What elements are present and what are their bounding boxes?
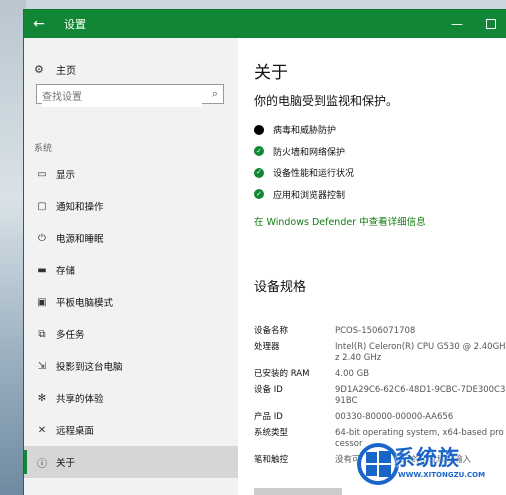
spec-key: 产品 ID xyxy=(254,412,283,422)
sidebar-item-label: 投影到这台电脑 xyxy=(56,362,123,373)
monitor-icon: ▭ xyxy=(37,168,47,180)
defender-details-link[interactable]: 在 Windows Defender 中查看详细信息 xyxy=(254,214,426,228)
spec-row-product-id: 产品 ID 00330-80000-00000-AA656 xyxy=(254,412,506,423)
sidebar-item-multitasking[interactable]: ⧉ 多任务 xyxy=(24,318,238,350)
watermark-url: WWW.XITONGZU.COM xyxy=(398,471,486,479)
notification-icon: ▢ xyxy=(37,200,47,212)
spec-value: PCOS-1506071708 xyxy=(335,326,416,336)
maximize-button[interactable] xyxy=(476,10,506,38)
spec-key: 处理器 xyxy=(254,342,280,352)
spec-key: 笔和触控 xyxy=(254,455,289,465)
spec-key: 设备名称 xyxy=(254,326,289,336)
project-icon: ⇲ xyxy=(37,360,47,372)
sidebar-item-label: 存储 xyxy=(56,266,76,277)
multitask-icon: ⧉ xyxy=(38,328,46,340)
section-label: 系统 xyxy=(34,144,53,154)
search-box: ⌕ xyxy=(36,84,224,107)
spec-row-processor: 处理器 Intel(R) Celeron(R) CPU G530 @ 2.40G… xyxy=(254,342,506,364)
minimize-button[interactable]: — xyxy=(442,10,472,38)
back-button[interactable]: ← xyxy=(24,10,54,38)
remote-desktop-icon: ✕ xyxy=(37,424,47,436)
sidebar-item-about[interactable]: ⓘ 关于 xyxy=(24,446,238,478)
sidebar-nav: ▭ 显示 ▢ 通知和操作 ⏻ 电源和睡眠 ▬ 存储 ▣ 平板电脑模式 ⧉ 多任务 xyxy=(24,158,238,478)
sidebar-item-notifications[interactable]: ▢ 通知和操作 xyxy=(24,190,238,222)
info-icon: ⓘ xyxy=(37,458,47,470)
sidebar-item-display[interactable]: ▭ 显示 xyxy=(24,158,238,190)
spec-value: 00330-80000-00000-AA656 xyxy=(335,412,454,422)
sidebar-item-storage[interactable]: ▬ 存储 xyxy=(24,254,238,286)
spec-row-ram: 已安装的 RAM 4.00 GB xyxy=(254,369,506,380)
sidebar-item-label: 通知和操作 xyxy=(56,202,104,213)
status-label: 应用和浏览器控制 xyxy=(273,190,346,201)
arrow-left-icon: ← xyxy=(33,16,45,32)
page-title: 关于 xyxy=(254,63,288,83)
site-watermark: 系统族 WWW.XITONGZU.COM xyxy=(356,438,506,495)
desktop-background xyxy=(0,0,26,495)
status-item-performance: ✓ 设备性能和运行状况 xyxy=(254,162,354,184)
settings-window: ← 设置 — ⚙ 主页 ⌕ 系统 ▭ 显示 ▢ 通知和操作 xyxy=(24,10,506,495)
spec-key: 已安装的 RAM xyxy=(254,369,310,379)
title-bar: ← 设置 — xyxy=(24,10,506,38)
sidebar-item-projecting[interactable]: ⇲ 投影到这台电脑 xyxy=(24,350,238,382)
status-item-virus: 病毒和威胁防护 xyxy=(254,119,354,141)
spec-value: 4.00 GB xyxy=(335,369,370,379)
sidebar-item-label: 关于 xyxy=(56,458,76,469)
sidebar-item-label: 电源和睡眠 xyxy=(56,234,104,245)
storage-icon: ▬ xyxy=(37,264,47,276)
watermark-text: 系统族 xyxy=(394,446,460,470)
rename-pc-button[interactable] xyxy=(254,488,342,495)
main-content: 关于 你的电脑受到监视和保护。 病毒和威胁防护 ✓ 防火墙和网络保护 ✓ 设备性… xyxy=(238,38,506,495)
sidebar-item-label: 平板电脑模式 xyxy=(56,298,114,309)
status-item-firewall: ✓ 防火墙和网络保护 xyxy=(254,141,354,163)
sidebar-item-shared-experiences[interactable]: ✻ 共享的体验 xyxy=(24,382,238,414)
status-label: 病毒和威胁防护 xyxy=(273,126,337,137)
spec-value: Intel(R) Celeron(R) CPU G530 @ 2.40GHz 2… xyxy=(335,342,506,363)
sidebar: ⚙ 主页 ⌕ 系统 ▭ 显示 ▢ 通知和操作 ⏻ 电源和睡眠 ▬ 存储 xyxy=(24,38,238,495)
sidebar-home[interactable]: ⚙ 主页 xyxy=(34,62,76,77)
minimize-icon: — xyxy=(451,17,463,31)
sidebar-item-label: 显示 xyxy=(56,170,76,181)
search-icon[interactable]: ⌕ xyxy=(212,87,218,101)
spec-row-device-name: 设备名称 PCOS-1506071708 xyxy=(254,326,506,337)
tablet-icon: ▣ xyxy=(37,296,47,308)
sidebar-item-label: 远程桌面 xyxy=(56,426,95,437)
window-title: 设置 xyxy=(64,18,86,31)
warning-dot-icon xyxy=(254,124,264,135)
home-label: 主页 xyxy=(56,66,76,77)
spec-row-device-id: 设备 ID 9D1A29C6-62C6-48D1-9CBC-7DE300C391… xyxy=(254,385,506,407)
sidebar-item-label: 多任务 xyxy=(56,330,85,341)
protection-heading: 你的电脑受到监视和保护。 xyxy=(254,94,399,108)
specs-heading: 设备规格 xyxy=(254,280,307,295)
status-label: 设备性能和运行状况 xyxy=(273,169,355,180)
sidebar-item-power[interactable]: ⏻ 电源和睡眠 xyxy=(24,222,238,254)
check-icon: ✓ xyxy=(254,146,264,157)
status-label: 防火墙和网络保护 xyxy=(273,147,346,158)
gear-icon: ⚙ xyxy=(34,63,44,76)
check-icon: ✓ xyxy=(254,189,264,200)
search-input[interactable] xyxy=(42,88,202,107)
power-icon: ⏻ xyxy=(38,232,46,244)
protection-status-list: 病毒和威胁防护 ✓ 防火墙和网络保护 ✓ 设备性能和运行状况 ✓ 应用和浏览器控… xyxy=(254,119,354,205)
share-icon: ✻ xyxy=(37,392,47,404)
spec-value: 9D1A29C6-62C6-48D1-9CBC-7DE300C391BC xyxy=(335,385,506,406)
status-item-app-browser: ✓ 应用和浏览器控制 xyxy=(254,184,354,206)
maximize-icon xyxy=(486,19,496,29)
sidebar-item-label: 共享的体验 xyxy=(56,394,104,405)
spec-key: 系统类型 xyxy=(254,428,289,438)
check-icon: ✓ xyxy=(254,167,264,178)
spec-key: 设备 ID xyxy=(254,385,283,395)
sidebar-item-tablet-mode[interactable]: ▣ 平板电脑模式 xyxy=(24,286,238,318)
sidebar-item-remote-desktop[interactable]: ✕ 远程桌面 xyxy=(24,414,238,446)
